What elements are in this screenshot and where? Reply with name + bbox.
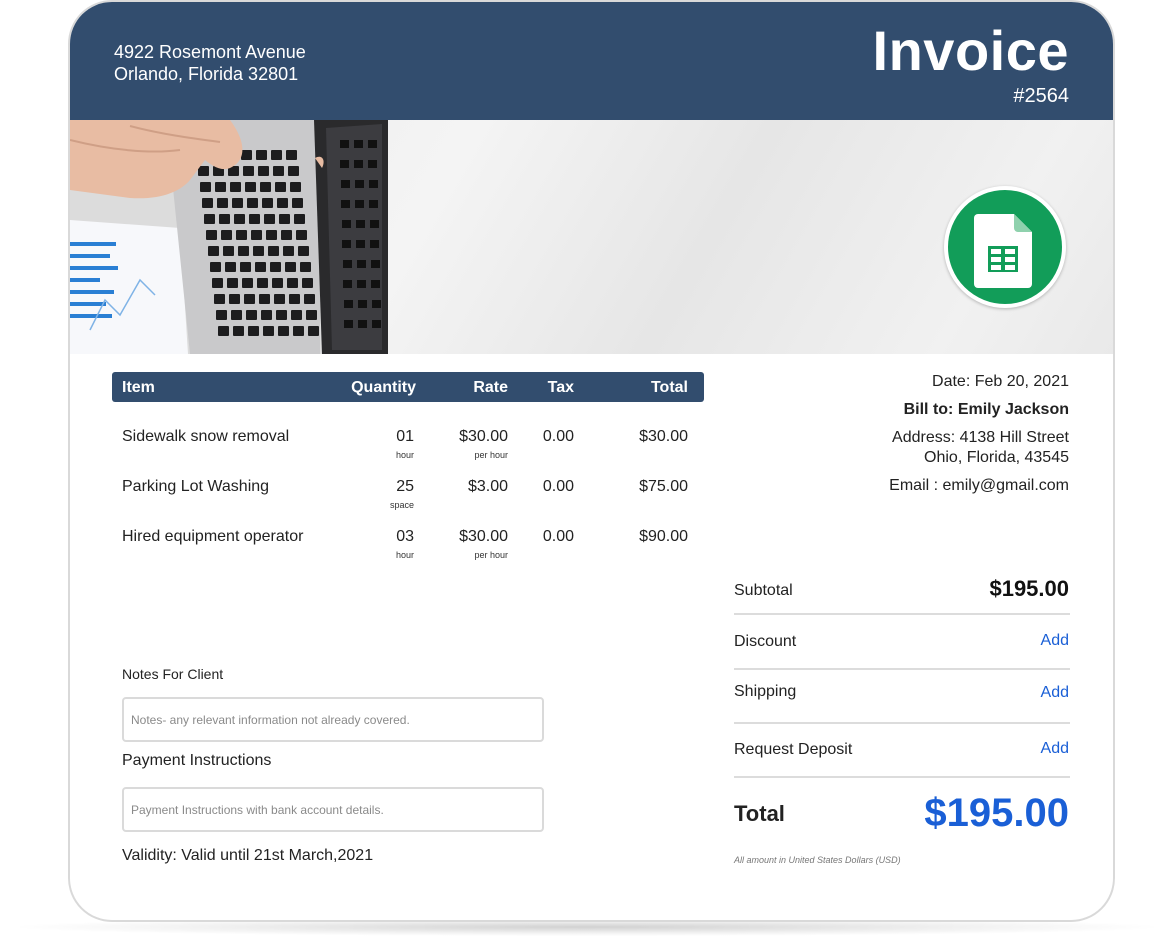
row-item: Parking Lot Washing xyxy=(122,478,270,495)
notes-label: Notes For Client xyxy=(122,666,224,682)
total-label: Total xyxy=(734,801,785,826)
subtotal-label: Subtotal xyxy=(734,582,793,599)
row-rate: $30.00 xyxy=(459,528,508,545)
row-quantity-unit: hour xyxy=(395,550,414,560)
laptop-photo xyxy=(70,120,388,354)
header-total: Total xyxy=(650,379,688,396)
currency-footnote: All amount in United States Dollars (USD… xyxy=(734,855,901,865)
google-sheets-icon xyxy=(944,186,1066,308)
sender-address-line1: 4922 Rosemont Avenue xyxy=(114,42,306,62)
row-rate-unit: per hour xyxy=(474,550,508,560)
row-total: $90.00 xyxy=(639,528,688,545)
row-rate-unit: per hour xyxy=(474,450,508,460)
sender-address-line2: Orlando, Florida 32801 xyxy=(114,64,299,84)
summary-divider xyxy=(734,668,1070,670)
bill-address-line1: Address: 4138 Hill Street xyxy=(892,429,1069,446)
header-item: Item xyxy=(122,379,155,396)
notes-field[interactable]: Notes- any relevant information not alre… xyxy=(122,697,544,742)
row-tax: 0.00 xyxy=(542,528,574,545)
row-rate: $30.00 xyxy=(459,428,508,445)
bill-email: Email : emily@gmail.com xyxy=(889,477,1069,494)
summary-divider xyxy=(734,613,1070,615)
payment-instructions-label: Payment Instructions xyxy=(122,752,272,769)
request-deposit-label: Request Deposit xyxy=(734,741,853,758)
add-deposit-link[interactable]: Add xyxy=(1041,740,1069,758)
header-rate: Rate xyxy=(473,379,508,396)
row-item: Sidewalk snow removal xyxy=(122,428,290,445)
table-row[interactable]: Parking Lot Washing 25 space $3.00 0.00 … xyxy=(112,472,704,516)
row-quantity: 01 xyxy=(396,428,414,445)
header-tax: Tax xyxy=(547,379,574,396)
subtotal-value: $195.00 xyxy=(989,576,1069,601)
row-total: $75.00 xyxy=(639,478,688,495)
row-quantity: 03 xyxy=(396,528,414,545)
row-tax: 0.00 xyxy=(542,478,574,495)
add-discount-link[interactable]: Add xyxy=(1041,632,1069,650)
bill-to: Bill to: Emily Jackson xyxy=(903,401,1069,418)
summary-divider xyxy=(734,722,1070,724)
invoice-header: 4922 Rosemont Avenue Orlando, Florida 32… xyxy=(70,2,1113,120)
summary-divider xyxy=(734,776,1070,778)
invoice-date: Date: Feb 20, 2021 xyxy=(932,373,1069,390)
discount-label: Discount xyxy=(734,633,797,650)
invoice-title: Invoice xyxy=(872,19,1069,82)
row-quantity: 25 xyxy=(396,478,414,495)
items-table-header: Item Quantity Rate Tax Total xyxy=(112,372,704,402)
shipping-label: Shipping xyxy=(734,683,797,700)
row-tax: 0.00 xyxy=(542,428,574,445)
row-quantity-unit: hour xyxy=(395,450,414,460)
sender-address: 4922 Rosemont Avenue Orlando, Florida 32… xyxy=(114,41,306,85)
row-item: Hired equipment operator xyxy=(122,528,304,545)
bill-address-line2: Ohio, Florida, 43545 xyxy=(924,449,1069,466)
table-row[interactable]: Sidewalk snow removal 01 hour $30.00 per… xyxy=(112,422,704,466)
add-shipping-link[interactable]: Add xyxy=(1041,684,1069,702)
row-rate: $3.00 xyxy=(467,478,508,495)
row-total: $30.00 xyxy=(639,428,688,445)
header-quantity: Quantity xyxy=(351,379,416,396)
row-quantity-unit: space xyxy=(389,500,414,510)
total-value: $195.00 xyxy=(924,791,1069,835)
validity-text: Validity: Valid until 21st March,2021 xyxy=(122,847,374,864)
payment-instructions-field[interactable]: Payment Instructions with bank account d… xyxy=(122,787,544,832)
invoice-card: 4922 Rosemont Avenue Orlando, Florida 32… xyxy=(68,0,1115,922)
invoice-number: #2564 xyxy=(1013,85,1069,107)
table-row[interactable]: Hired equipment operator 03 hour $30.00 … xyxy=(112,522,704,566)
